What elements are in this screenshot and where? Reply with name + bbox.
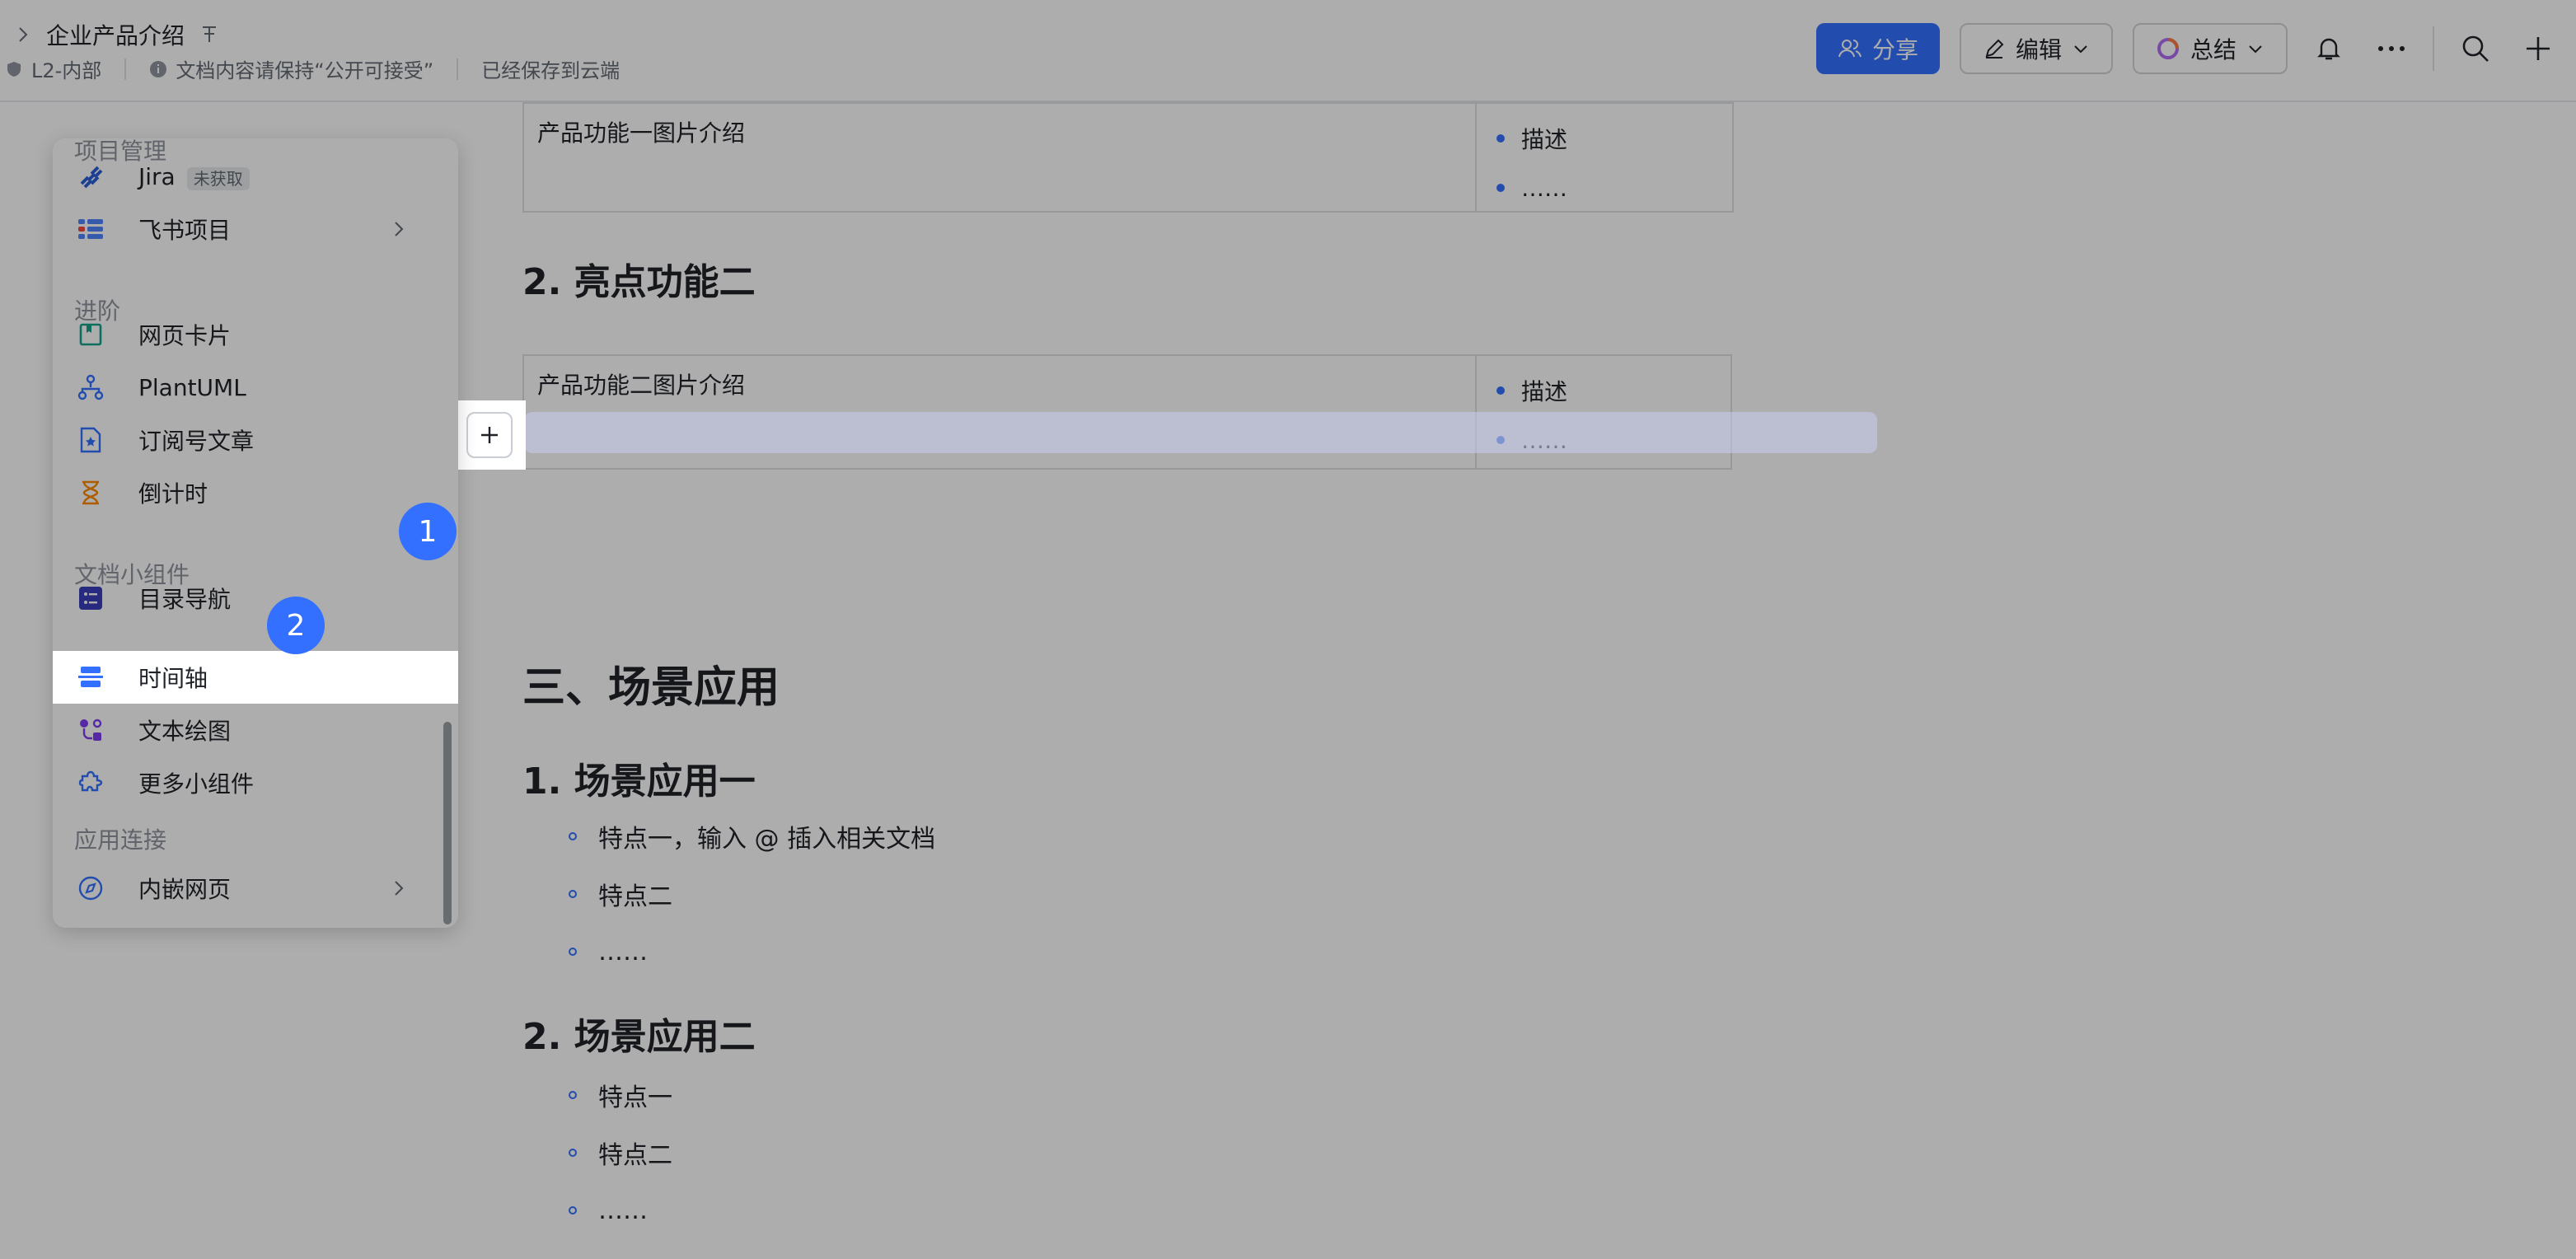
divider xyxy=(2433,26,2434,71)
list-item[interactable]: 特点一，输入 @ 插入相关文档 xyxy=(569,807,935,865)
edit-button[interactable]: 编辑 xyxy=(1959,23,2113,74)
plus-icon xyxy=(2527,37,2550,60)
heading-section3: 三、场景应用 xyxy=(522,663,780,713)
insert-menu: 项目管理 Jira 未获取 飞书项目 进阶 网页卡片 PlantUML 订阅号文… xyxy=(53,138,458,928)
heading-scene2: 2. 场景应用二 xyxy=(522,1016,756,1058)
menu-item-timeline[interactable]: 时间轴 xyxy=(53,651,452,704)
list-item: 描述 xyxy=(1490,114,1719,163)
screen: 企业产品介绍 L2-内部 文档内容请保持“公开可接受” 已经保存到云端 分享 编… xyxy=(0,0,2576,1259)
list-item[interactable]: 特点二 xyxy=(569,1124,672,1182)
chevron-down-icon xyxy=(2074,45,2087,54)
step-badge-1: 1 xyxy=(399,503,457,560)
breadcrumb: 企业产品介绍 xyxy=(13,18,221,51)
heading-scene1: 1. 场景应用一 xyxy=(522,761,756,803)
insert-block-button[interactable] xyxy=(466,412,513,458)
search-button[interactable] xyxy=(2454,27,2497,70)
plus-icon xyxy=(481,427,498,443)
step-badge-2: 2 xyxy=(267,597,325,654)
top-bar: 企业产品介绍 L2-内部 文档内容请保持“公开可接受” 已经保存到云端 分享 编… xyxy=(0,0,2576,102)
scene2-list: 特点一 特点二 …… xyxy=(569,1066,672,1239)
divider xyxy=(124,58,127,80)
list-item[interactable]: 特点一 xyxy=(569,1066,672,1124)
chevron-down-icon xyxy=(2249,45,2262,54)
timeline-icon xyxy=(76,662,105,692)
info-icon xyxy=(150,60,167,77)
more-dots-icon xyxy=(2378,46,2405,51)
toolbar: 分享 编辑 总结 xyxy=(1815,23,2560,74)
search-icon xyxy=(2462,35,2489,62)
divider xyxy=(457,58,459,80)
share-button[interactable]: 分享 xyxy=(1815,23,1940,74)
table-cell[interactable]: 描述 …… xyxy=(1477,104,1732,211)
bell-icon xyxy=(2317,38,2340,60)
save-status: 已经保存到云端 xyxy=(481,59,621,82)
permission-tag[interactable]: L2-内部 xyxy=(5,54,101,83)
content-notice[interactable]: 文档内容请保持“公开可接受” xyxy=(149,54,433,83)
list-item: 描述 xyxy=(1490,366,1717,415)
scene1-list: 特点一，输入 @ 插入相关文档 特点二 …… xyxy=(569,807,935,981)
page-title[interactable]: 企业产品介绍 xyxy=(46,18,185,51)
pin-icon[interactable] xyxy=(198,23,221,46)
users-icon xyxy=(1838,40,1862,58)
table-cell[interactable]: 产品功能一图片介绍 xyxy=(524,104,1477,211)
add-button[interactable] xyxy=(2517,27,2560,70)
more-button[interactable] xyxy=(2370,27,2413,70)
notification-button[interactable] xyxy=(2307,27,2350,70)
list-item: …… xyxy=(1490,163,1719,213)
list-item[interactable]: 特点二 xyxy=(569,865,935,923)
summary-button[interactable]: 总结 xyxy=(2132,23,2288,74)
ai-ring-icon xyxy=(2157,38,2179,59)
pencil-icon xyxy=(1985,39,2004,59)
doc-meta: L2-内部 文档内容请保持“公开可接受” 已经保存到云端 xyxy=(5,54,620,83)
list-item[interactable]: …… xyxy=(569,923,935,981)
list-item[interactable]: …… xyxy=(569,1182,672,1239)
shield-icon xyxy=(7,61,21,77)
chevron-right-icon[interactable] xyxy=(13,25,33,44)
feature1-table[interactable]: 产品功能一图片介绍 描述 …… xyxy=(522,102,1734,213)
heading-feature2: 2. 亮点功能二 xyxy=(522,261,756,303)
empty-block[interactable] xyxy=(524,412,1877,453)
